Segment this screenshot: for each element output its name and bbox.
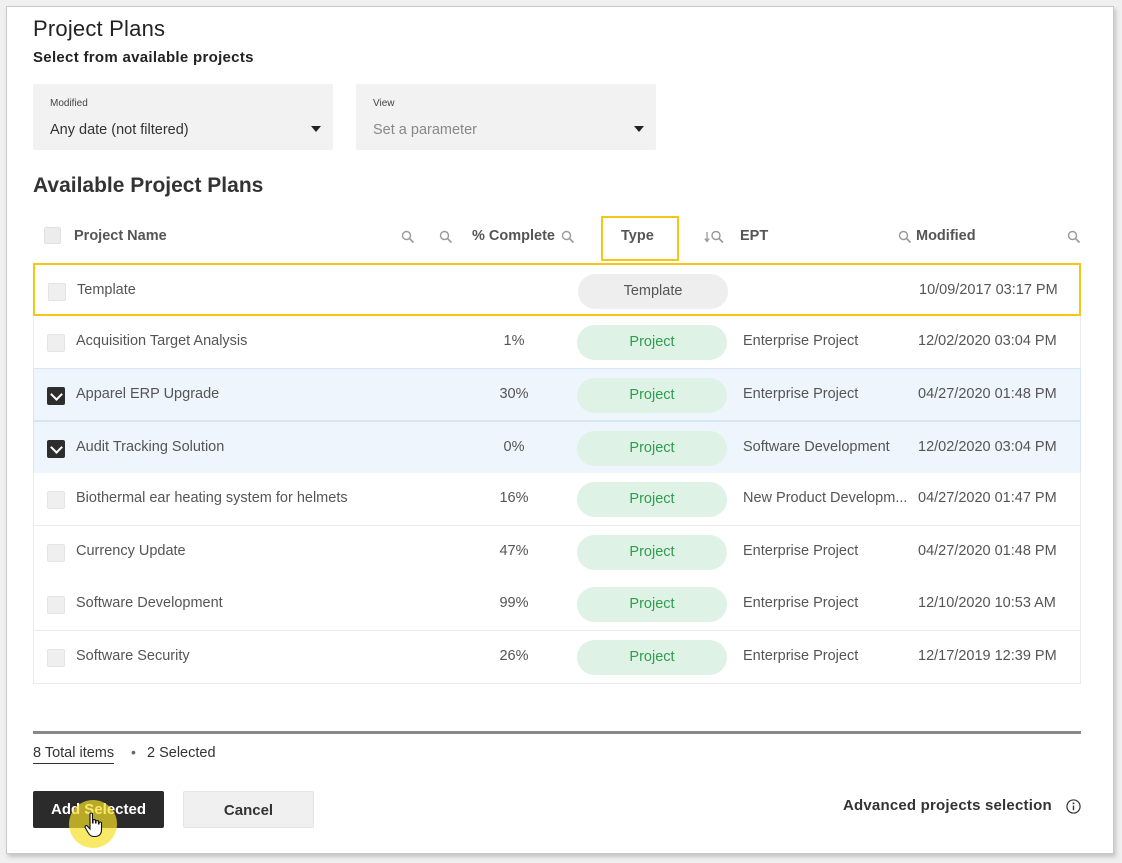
type-badge: Project [577, 482, 727, 517]
table-row[interactable]: Biothermal ear heating system for helmet… [33, 473, 1081, 526]
ept-cell: Enterprise Project [743, 595, 859, 611]
modified-filter-label: Modified [50, 98, 88, 109]
project-name-cell: Audit Tracking Solution [76, 439, 225, 455]
row-checkbox[interactable] [47, 596, 65, 614]
column-header-ept[interactable]: EPT [740, 228, 768, 244]
view-filter[interactable]: View Set a parameter [356, 84, 656, 150]
ept-cell: Enterprise Project [743, 333, 859, 349]
column-header-project-name[interactable]: Project Name [74, 228, 167, 244]
ept-cell: Software Development [743, 439, 890, 455]
project-name-cell: Biothermal ear heating system for helmet… [76, 490, 348, 506]
ept-cell: Enterprise Project [743, 543, 859, 559]
complete-cell: 1% [503, 333, 525, 349]
ept-cell: Enterprise Project [743, 386, 859, 402]
modified-filter-value: Any date (not filtered) [50, 122, 189, 138]
view-filter-placeholder: Set a parameter [373, 122, 477, 138]
cancel-button[interactable]: Cancel [183, 791, 314, 828]
page-subtitle: Select from available projects [33, 49, 254, 66]
type-badge: Project [577, 587, 727, 622]
complete-cell: 47% [499, 543, 529, 559]
ept-cell: Enterprise Project [743, 648, 859, 664]
search-icon[interactable] [439, 230, 453, 244]
type-badge: Project [577, 431, 727, 466]
complete-cell: 26% [499, 648, 529, 664]
table-row[interactable]: Software Security 26% Enterprise Project 12… [33, 631, 1081, 684]
info-icon[interactable] [1066, 799, 1081, 814]
project-name-cell: Acquisition Target Analysis [76, 333, 248, 349]
view-filter-label: View [373, 98, 395, 109]
type-badge: Project [577, 378, 727, 413]
modified-cell: 12/02/2020 03:04 PM [918, 439, 1057, 455]
row-checkbox[interactable] [47, 649, 65, 667]
advanced-projects-selection-link[interactable]: Advanced projects selection [843, 797, 1052, 814]
table-row[interactable]: Audit Tracking Solution 0% Software Develo… [33, 421, 1081, 474]
modified-cell: 10/09/2017 03:17 PM [919, 282, 1058, 298]
caret-down-icon[interactable] [311, 126, 321, 132]
divider [33, 731, 1081, 734]
type-badge: Project [577, 535, 727, 570]
complete-cell: 16% [499, 490, 529, 506]
row-checkbox[interactable] [47, 387, 65, 405]
row-checkbox[interactable] [47, 334, 65, 352]
project-name-cell: Apparel ERP Upgrade [76, 386, 220, 402]
project-name-cell: Currency Update [76, 543, 186, 559]
page-title: Project Plans [33, 16, 166, 41]
row-checkbox[interactable] [47, 440, 65, 458]
section-title: Available Project Plans [33, 174, 264, 197]
selected-count: 2 Selected [147, 745, 216, 761]
table-row[interactable]: Apparel ERP Upgrade 30% Enterprise Project… [33, 368, 1081, 421]
complete-cell: 30% [499, 386, 529, 402]
project-name-cell: Software Development [76, 595, 223, 611]
row-checkbox[interactable] [47, 544, 65, 562]
table-row[interactable]: Acquisition Target Analysis 1% Enterprise … [33, 316, 1081, 369]
separator-dot: • [131, 744, 136, 760]
type-badge: Project [577, 325, 727, 360]
table-row[interactable]: Currency Update 47% Enterprise Project 04/2… [33, 526, 1081, 579]
search-icon[interactable] [898, 230, 912, 244]
search-icon[interactable] [561, 230, 575, 244]
caret-down-icon[interactable] [634, 126, 644, 132]
table-row[interactable]: Software Development 99% Enterprise Projec… [33, 578, 1081, 631]
ept-cell: New Product Developm... [743, 490, 908, 506]
project-name-cell: Software Security [76, 648, 190, 664]
search-icon[interactable] [1067, 230, 1081, 244]
row-checkbox[interactable] [47, 491, 65, 509]
project-name-cell: Template [77, 282, 136, 298]
modified-cell: 04/27/2020 01:48 PM [918, 543, 1057, 559]
type-badge: Project [577, 640, 727, 675]
modified-cell: 04/27/2020 01:47 PM [918, 490, 1057, 506]
complete-cell: 99% [499, 595, 529, 611]
column-header-complete[interactable]: % Complete [472, 228, 555, 244]
complete-cell: 0% [503, 439, 525, 455]
hand-pointer-icon [84, 812, 103, 838]
table-row[interactable]: Template 10/09/2017 03:17 PM Template [33, 263, 1081, 316]
modified-cell: 12/10/2020 10:53 AM [918, 595, 1056, 611]
total-items-link[interactable]: 8 Total items [33, 745, 115, 764]
modified-cell: 12/17/2019 12:39 PM [918, 648, 1057, 664]
column-header-type[interactable]: Type [621, 228, 654, 244]
modified-filter[interactable]: Modified Any date (not filtered) [33, 84, 333, 150]
modified-cell: 12/02/2020 03:04 PM [918, 333, 1057, 349]
search-icon[interactable] [401, 230, 415, 244]
table-header: Project Name % Complete Type EPT Modifie… [33, 216, 1081, 261]
column-header-modified[interactable]: Modified [916, 228, 976, 244]
select-all-checkbox[interactable] [44, 227, 61, 244]
row-checkbox[interactable] [48, 283, 66, 301]
type-badge: Template [578, 274, 728, 309]
sort-down-icon[interactable] [704, 230, 724, 244]
modified-cell: 04/27/2020 01:48 PM [918, 386, 1057, 402]
